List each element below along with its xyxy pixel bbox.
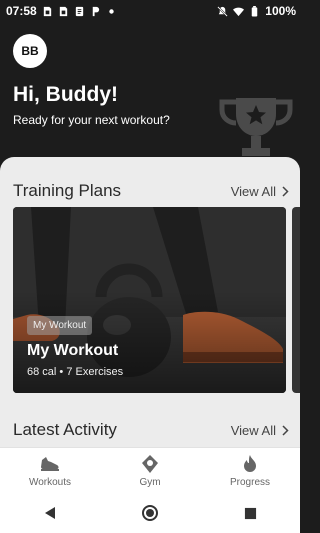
parking-icon: [90, 6, 101, 17]
view-all-label: View All: [230, 422, 276, 438]
chevron-right-icon: [282, 424, 289, 436]
section-title-training-plans: Training Plans: [13, 181, 122, 200]
status-right: 100%: [217, 4, 296, 18]
avatar[interactable]: BB: [13, 34, 47, 68]
bottom-nav: Workouts Gym Progress: [0, 447, 300, 494]
workout-title: My Workout: [27, 342, 119, 359]
system-nav: [0, 493, 300, 533]
nav-item-gym[interactable]: Gym: [110, 454, 190, 488]
battery-icon: [249, 5, 260, 17]
nav-label: Gym: [139, 477, 161, 488]
trophy-icon: [219, 98, 293, 156]
sneaker-icon: [41, 457, 59, 471]
status-bar: 07:58 100%: [0, 0, 300, 22]
back-icon: [45, 507, 55, 519]
training-plans-header: Training Plans View All: [13, 181, 289, 201]
workout-badge: My Workout: [27, 316, 93, 335]
home-icon: [142, 505, 158, 521]
nav-label: Progress: [229, 477, 270, 488]
content-panel: Training Plans View All My Workout My Wo…: [0, 157, 300, 457]
greeting-title: Hi, Buddy!: [13, 83, 118, 106]
recents-icon: [244, 507, 256, 519]
workout-card[interactable]: My Workout My Workout 68 cal • 7 Exercis…: [13, 207, 286, 393]
message-icon: [74, 6, 85, 17]
status-left: 07:58: [6, 4, 117, 18]
view-all-label: View All: [230, 183, 276, 199]
battery-level: 100%: [265, 4, 296, 18]
dot-icon: [106, 6, 117, 17]
workout-meta: 68 cal • 7 Exercises: [27, 366, 124, 378]
greeting-subtitle: Ready for your next workout?: [13, 113, 170, 127]
view-all-latest-activity-button[interactable]: View All: [231, 423, 289, 438]
nav-item-workouts[interactable]: Workouts: [10, 454, 90, 488]
chevron-right-icon: [282, 185, 289, 197]
next-workout-card[interactable]: [292, 207, 300, 393]
view-all-training-plans-button[interactable]: View All: [231, 184, 289, 199]
nav-label: Workouts: [28, 477, 72, 488]
sim-icon: [58, 6, 69, 17]
sim-icon: [42, 6, 53, 17]
recents-button[interactable]: [239, 502, 261, 524]
latest-activity-header: Latest Activity View All: [13, 420, 289, 440]
nav-item-progress[interactable]: Progress: [210, 454, 290, 488]
section-title-latest-activity: Latest Activity: [13, 420, 117, 439]
location-icon: [142, 455, 158, 473]
home-button[interactable]: [139, 502, 161, 524]
wifi-icon: [233, 6, 245, 17]
mute-icon: [217, 5, 229, 17]
status-time: 07:58: [6, 4, 37, 18]
flame-icon: [244, 455, 256, 472]
back-button[interactable]: [39, 502, 61, 524]
